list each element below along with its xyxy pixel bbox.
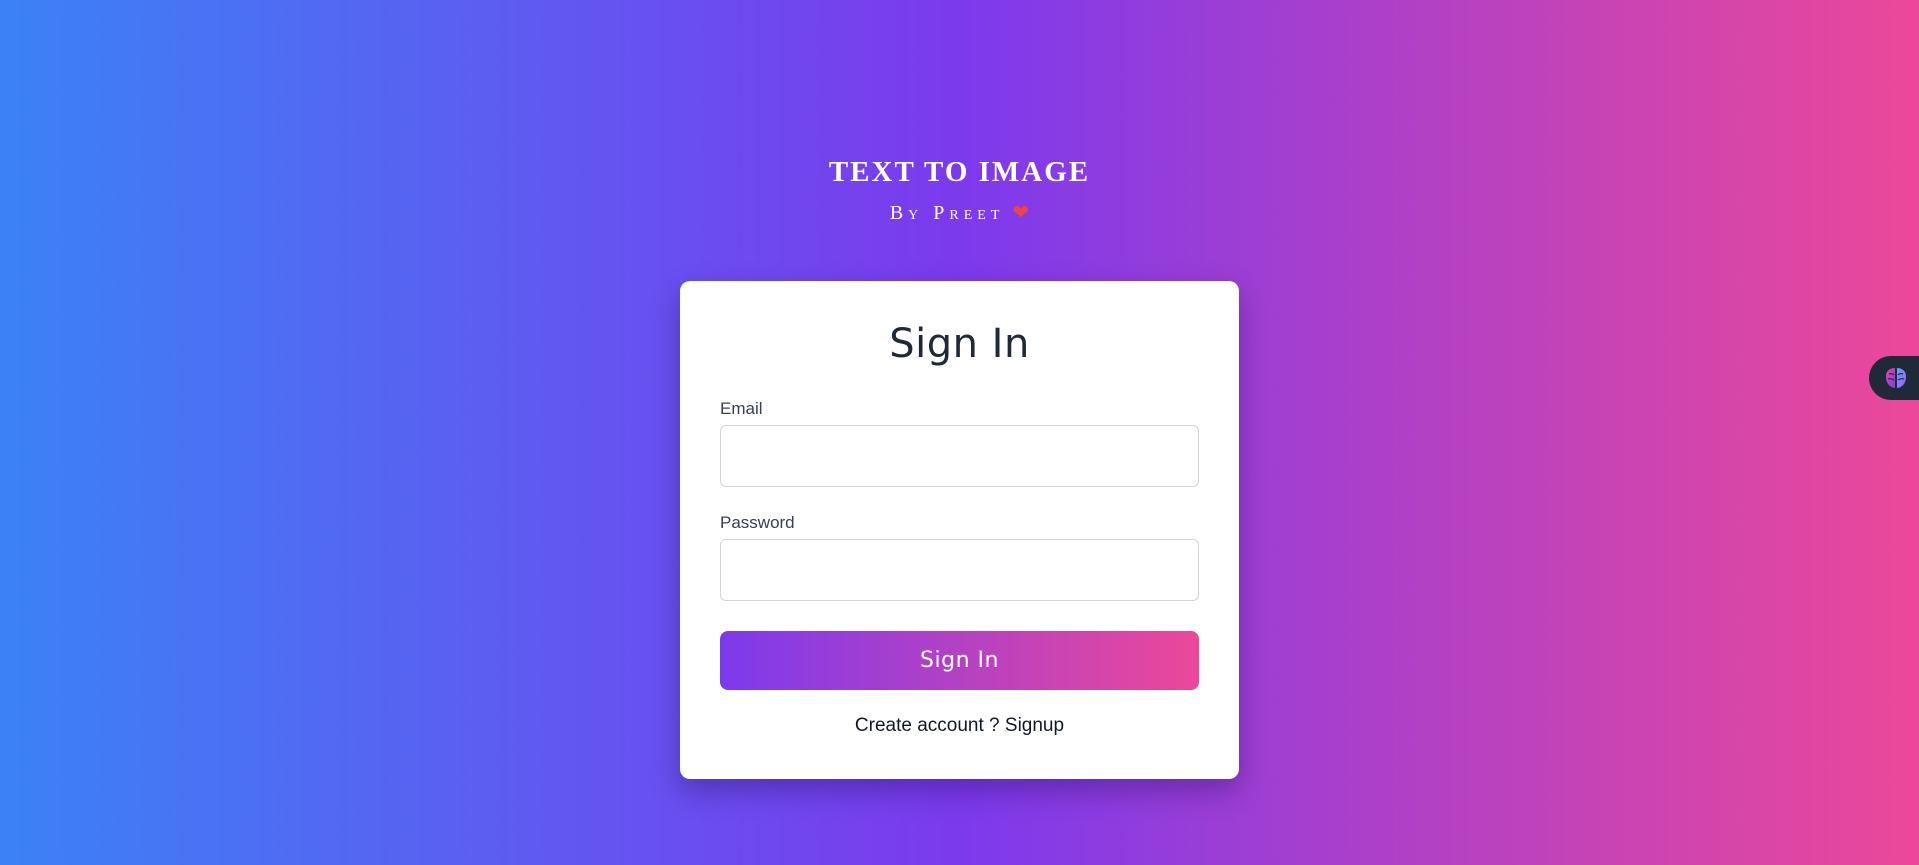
brand-subtitle-text: By Preet [889, 202, 1005, 224]
brand-header: TEXT TO IMAGE By Preet ❤ [0, 152, 1919, 230]
email-input[interactable] [720, 425, 1199, 487]
signin-heading: Sign In [889, 321, 1030, 367]
brand-subtitle: By Preet ❤ [0, 196, 1919, 230]
email-label: Email [720, 399, 763, 418]
brain-icon [1886, 368, 1906, 388]
floating-extension-widget[interactable] [1869, 356, 1919, 400]
signup-prompt: Create account ? [854, 715, 1000, 736]
signin-button[interactable]: Sign In [720, 631, 1199, 690]
signup-row: Create account ? Signup [720, 714, 1199, 738]
signup-link[interactable]: Signup [1005, 715, 1064, 736]
signin-card: Sign In Email Password Sign In Create ac… [680, 281, 1239, 779]
password-input[interactable] [720, 539, 1199, 601]
heart-icon: ❤ [1012, 202, 1030, 224]
password-label: Password [720, 513, 795, 532]
brand-title: TEXT TO IMAGE [828, 156, 1091, 188]
